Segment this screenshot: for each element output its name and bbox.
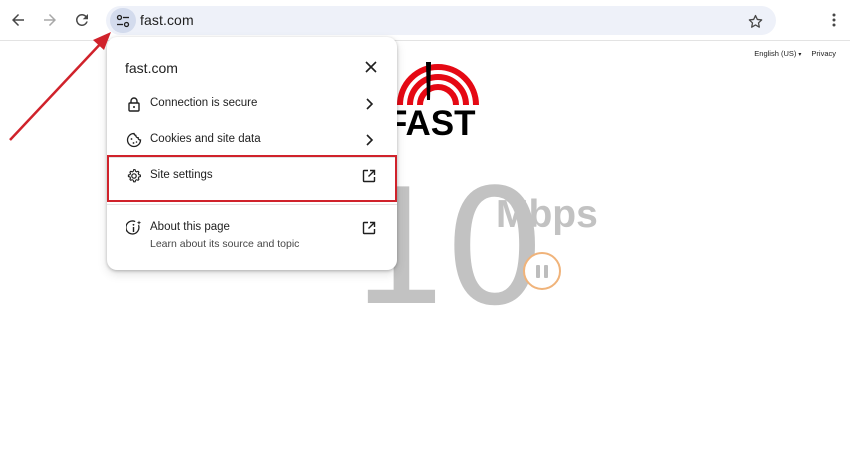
- tune-icon: [116, 14, 130, 27]
- language-selector[interactable]: English (US) ▾: [754, 49, 801, 58]
- about-this-page-label: About this page: [150, 221, 230, 233]
- back-arrow-icon: [12, 14, 24, 26]
- site-info-button[interactable]: [110, 8, 136, 33]
- popup-title: fast.com: [125, 60, 178, 76]
- star-icon: [748, 14, 762, 28]
- browser-menu-button[interactable]: [823, 7, 845, 33]
- speed-unit: Mbps: [496, 193, 598, 236]
- forward-button[interactable]: [36, 6, 64, 34]
- about-this-page-sublabel: Learn about its source and topic: [150, 238, 300, 250]
- language-label: English (US): [754, 49, 797, 58]
- chevron-right-icon: [366, 134, 374, 146]
- url-text[interactable]: fast.com: [140, 12, 194, 28]
- browser-toolbar: fast.com: [0, 0, 850, 41]
- top-links: English (US) ▾ Privacy: [754, 49, 836, 58]
- forward-arrow-icon: [44, 14, 56, 26]
- chevron-right-icon: [366, 98, 374, 110]
- more-vert-icon: [832, 13, 836, 27]
- address-bar[interactable]: fast.com: [106, 6, 776, 35]
- pause-icon-bar-right: [544, 264, 548, 278]
- bookmark-button[interactable]: [744, 10, 766, 32]
- close-icon: [365, 61, 377, 73]
- pause-icon-bar-left: [536, 264, 540, 278]
- back-button[interactable]: [4, 6, 32, 34]
- popup-divider: [107, 204, 397, 205]
- reload-button[interactable]: [68, 6, 96, 34]
- privacy-link[interactable]: Privacy: [811, 49, 836, 58]
- connection-secure-label: Connection is secure: [150, 97, 258, 109]
- cookies-site-data-label: Cookies and site data: [150, 133, 261, 145]
- info-sparkle-icon: [126, 220, 142, 235]
- cookie-icon: [126, 132, 142, 148]
- cookies-site-data-item[interactable]: Cookies and site data: [107, 123, 397, 157]
- site-info-popup: fast.com Connection is secure Cookies an…: [107, 37, 397, 270]
- fast-logo-text: FAST: [386, 104, 476, 143]
- connection-secure-item[interactable]: Connection is secure: [107, 87, 397, 121]
- open-in-new-icon: [362, 221, 376, 235]
- reload-icon: [75, 13, 88, 26]
- lock-icon: [128, 97, 140, 112]
- popup-close-button[interactable]: [361, 57, 381, 77]
- pause-button[interactable]: [523, 252, 561, 290]
- about-this-page-item[interactable]: About this page Learn about its source a…: [107, 211, 397, 257]
- caret-down-icon: ▾: [798, 52, 802, 58]
- annotation-highlight-box: [107, 155, 397, 202]
